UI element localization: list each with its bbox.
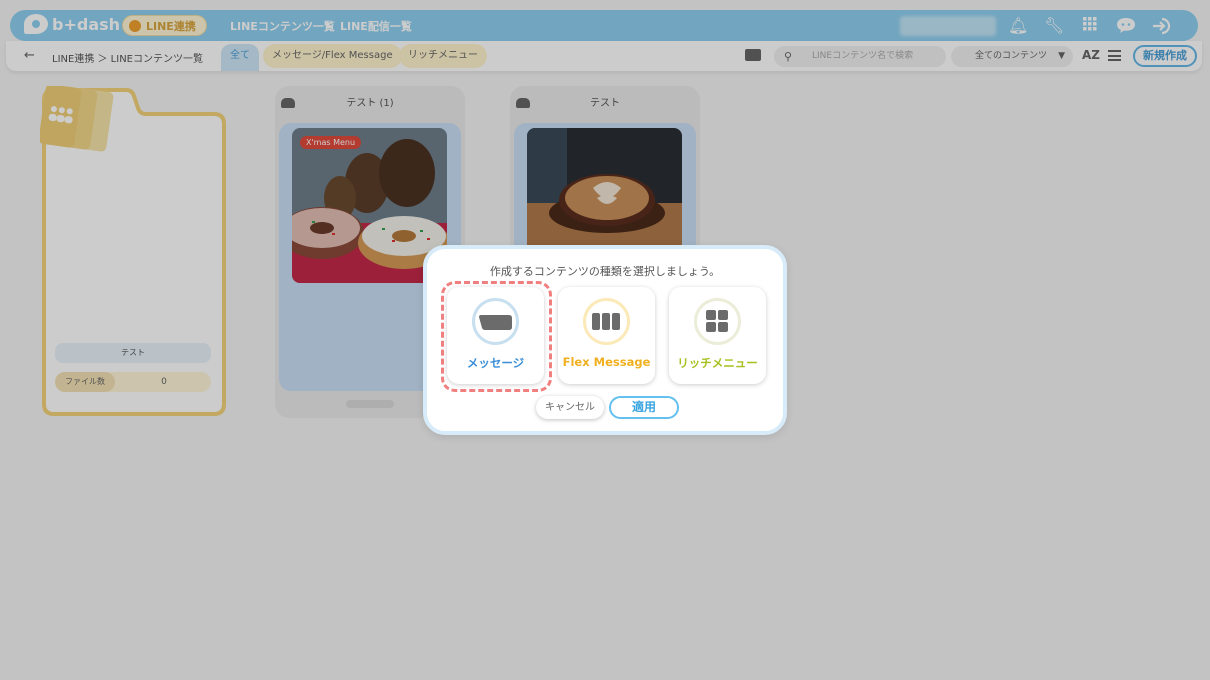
option-label: Flex Message [562,355,651,369]
cancel-button[interactable]: キャンセル [536,396,604,419]
option-label: リッチメニュー [677,356,758,370]
apply-button[interactable]: 適用 [609,396,679,419]
option-flex-message[interactable]: Flex Message [558,287,655,384]
flex-columns-icon [583,298,630,345]
option-label: メッセージ [466,356,525,370]
content-type-dialog: 作成するコンテンツの種類を選択しましょう。 メッセージ Flex Message… [423,245,787,435]
message-bubble-icon [472,298,519,345]
option-rich-menu[interactable]: リッチメニュー [669,287,766,384]
option-message[interactable]: メッセージ [441,281,552,392]
dialog-title: 作成するコンテンツの種類を選択しましょう。 [489,265,721,278]
rich-menu-grid-icon [694,298,741,345]
